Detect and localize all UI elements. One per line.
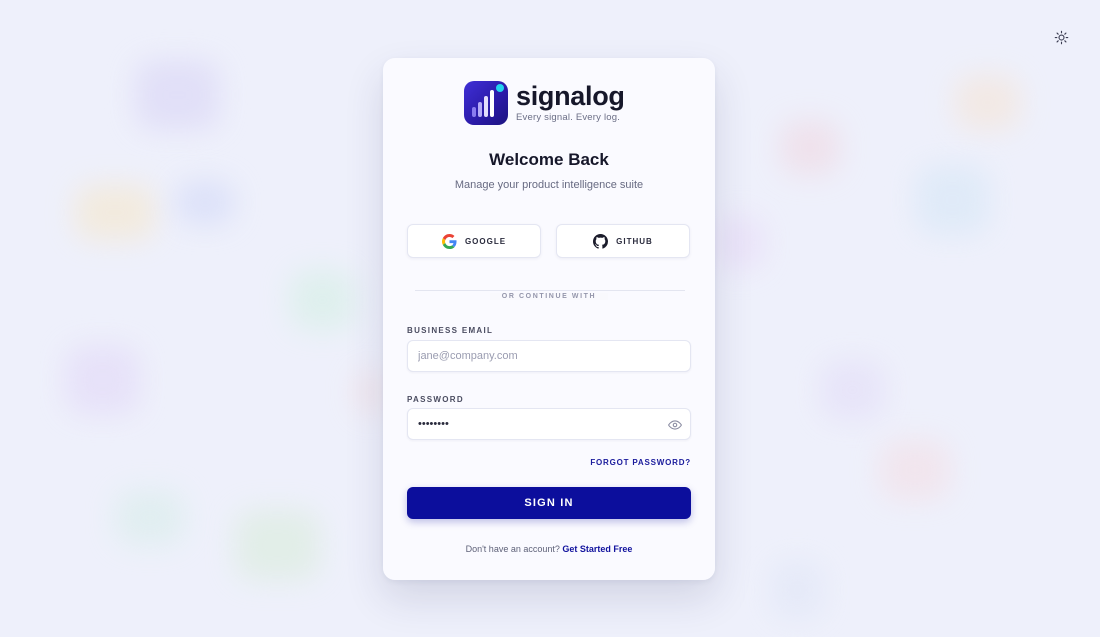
- brand: signalog Every signal. Every log.: [464, 81, 625, 125]
- email-field-container: [407, 340, 691, 372]
- github-label: GITHUB: [616, 236, 653, 246]
- password-field[interactable]: [408, 409, 658, 439]
- signup-prompt: Don't have an account? Get Started Free: [383, 544, 715, 554]
- google-label: GOOGLE: [464, 236, 507, 246]
- github-signin-button[interactable]: GITHUB: [556, 224, 690, 258]
- password-visibility-toggle[interactable]: [667, 418, 683, 436]
- sign-in-button[interactable]: SIGN IN: [407, 487, 691, 519]
- google-signin-button[interactable]: GOOGLE: [407, 224, 541, 258]
- logo-icon: [464, 81, 508, 125]
- google-icon: [441, 233, 457, 249]
- get-started-link[interactable]: Get Started Free: [562, 544, 632, 554]
- signup-prompt-text: Don't have an account?: [465, 544, 560, 554]
- brand-name: signalog: [516, 81, 625, 111]
- email-field[interactable]: [408, 341, 658, 371]
- forgot-password-link[interactable]: FORGOT PASSWORD?: [590, 458, 691, 467]
- eye-icon: [667, 420, 683, 430]
- divider-label: OR CONTINUE WITH: [383, 285, 715, 303]
- email-label: BUSINESS EMAIL: [407, 326, 494, 335]
- password-field-container: [407, 408, 691, 440]
- divider-text: OR CONTINUE WITH: [489, 293, 609, 300]
- page-subtitle: Manage your product intelligence suite: [454, 179, 644, 191]
- github-icon: [593, 233, 609, 249]
- theme-toggle-button[interactable]: [1051, 27, 1071, 47]
- password-label: PASSWORD: [407, 395, 464, 404]
- page-title: Welcome Back: [489, 150, 609, 169]
- sun-icon: [1054, 30, 1068, 44]
- login-card: signalog Every signal. Every log. Welcom…: [383, 58, 715, 580]
- brand-tagline: Every signal. Every log.: [516, 112, 621, 123]
